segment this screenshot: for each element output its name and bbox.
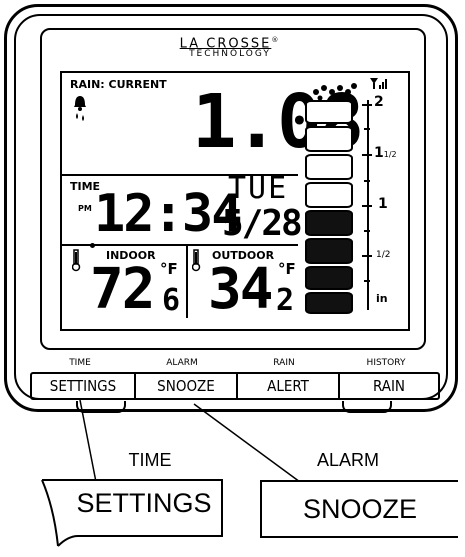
zoom-label-alarm: ALARM — [316, 450, 379, 470]
callout-lines — [79, 399, 301, 483]
zoom-label-time: TIME — [128, 450, 172, 470]
zoom-settings-button[interactable]: SETTINGS — [66, 488, 222, 519]
zoom-snooze-button[interactable]: SNOOZE — [260, 480, 458, 538]
